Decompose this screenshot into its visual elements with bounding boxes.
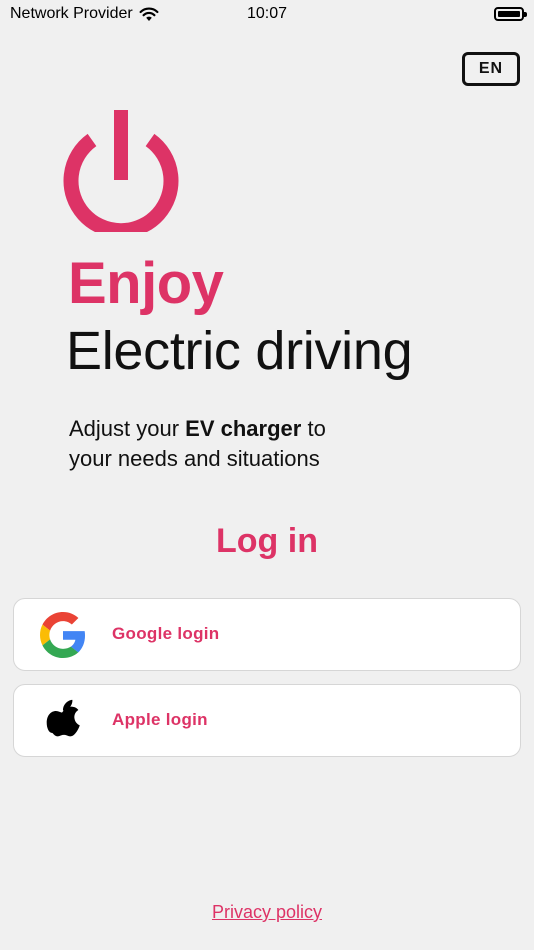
description-text-2: to (301, 416, 326, 441)
description-line-2: your needs and situations (69, 446, 320, 471)
privacy-policy-link[interactable]: Privacy policy (0, 902, 534, 923)
language-toggle-button[interactable]: EN (462, 52, 520, 86)
google-login-button[interactable]: Google login (13, 598, 521, 671)
apple-login-button[interactable]: Apple login (13, 684, 521, 757)
power-icon (63, 110, 179, 232)
app-description: Adjust your EV charger to your needs and… (69, 414, 429, 474)
login-heading: Log in (216, 522, 318, 560)
hero-title: Enjoy (68, 251, 224, 316)
apple-icon (46, 699, 80, 737)
battery-icon (494, 7, 527, 21)
apple-login-label: Apple login (112, 710, 208, 729)
app-screen: Network Provider 10:07 EN Enjoy Electric… (0, 0, 534, 950)
google-icon (40, 612, 86, 658)
description-text-1: Adjust your (69, 416, 186, 441)
status-time: 10:07 (246, 5, 288, 22)
description-bold: EV charger (185, 416, 302, 441)
hero-subtitle: Electric driving (66, 321, 413, 381)
google-login-label: Google login (112, 624, 220, 643)
status-bar: Network Provider 10:07 (0, 0, 534, 30)
